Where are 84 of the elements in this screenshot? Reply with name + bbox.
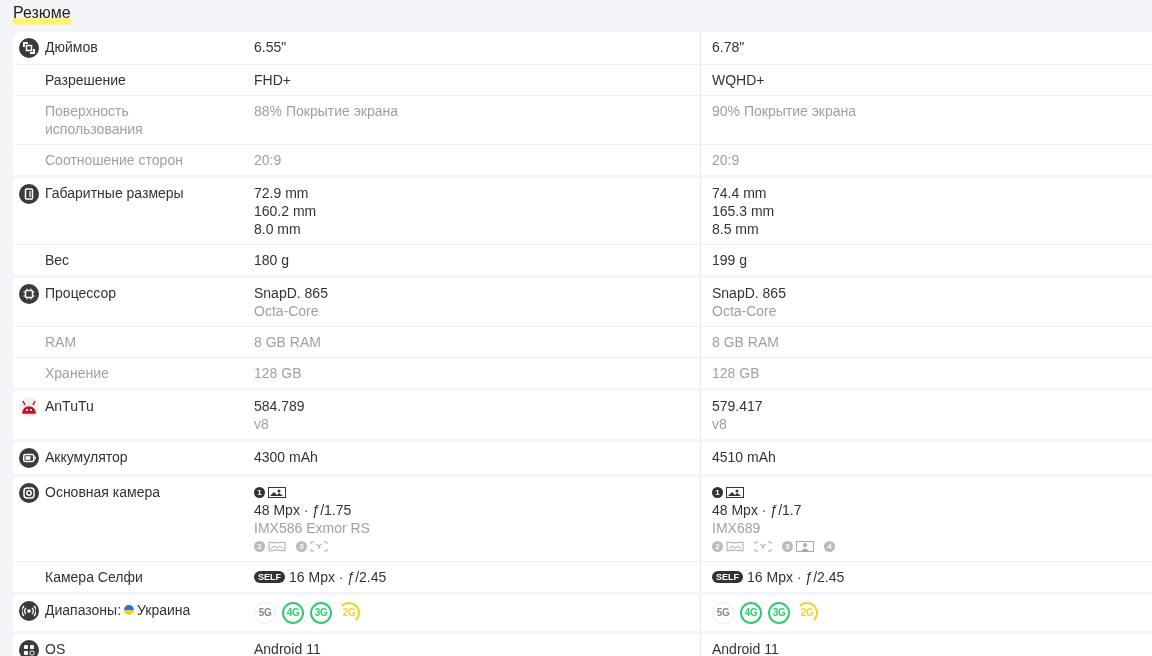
spec-value: 199 g <box>712 251 749 269</box>
spec-value: Android 11 <box>254 640 322 656</box>
spec-value: 20:9 <box>712 151 741 169</box>
spec-label: OS <box>45 640 66 656</box>
spec-label: Основная камера <box>45 483 161 501</box>
spec-label: Аккумулятор <box>45 448 128 466</box>
spec-value: FHD+ <box>254 71 292 89</box>
screen-size-icon <box>19 38 39 58</box>
selfie-badge: SELF <box>254 571 285 583</box>
antutu-icon <box>19 397 39 417</box>
spec-label: Поверхность использования <box>45 102 144 138</box>
network-band-badge: 4G <box>740 602 762 624</box>
spec-value: 4300 mAh <box>254 448 319 466</box>
spec-value: 584.789 <box>254 397 306 415</box>
network-band-badge: 2G <box>796 602 818 624</box>
lens-number: 3 <box>782 540 793 552</box>
spec-label: Разрешение <box>45 71 126 89</box>
spec-label: Соотношение сторон <box>45 151 184 169</box>
battery-icon <box>19 448 39 468</box>
spec-value: 48 Mpx · ƒ/1.75 <box>254 501 353 519</box>
spec-value: Octa-Core <box>254 302 320 320</box>
spec-value: 16 Mpx · ƒ/2.45 <box>747 568 845 586</box>
spec-label: Габаритные размеры <box>45 184 184 202</box>
spec-value: Octa-Core <box>712 302 778 320</box>
spec-value: 16 Mpx · ƒ/2.45 <box>289 568 387 586</box>
spec-value: SnapD. 865 <box>712 284 787 302</box>
network-band-badge: 3G <box>310 602 332 624</box>
spec-value: v8 <box>712 415 728 433</box>
spec-value: WQHD+ <box>712 71 766 89</box>
spec-value: 128 GB <box>712 364 761 382</box>
lens-number: 1 <box>712 486 723 498</box>
spec-value: SnapD. 865 <box>254 284 329 302</box>
portrait-icon <box>796 540 814 552</box>
camera-icon <box>19 483 39 503</box>
lens-number: 2 <box>254 540 265 552</box>
spec-value: 8.0 mm <box>254 220 302 238</box>
spec-value: IMX586 Exmor RS <box>254 519 371 537</box>
spec-label: Хранение <box>45 364 110 382</box>
spec-label: Диапазоны: <box>45 601 122 619</box>
spec-value: 48 Mpx · ƒ/1.7 <box>712 501 803 519</box>
spec-label: Камера Селфи <box>45 568 143 586</box>
spec-value: Android 11 <box>712 640 780 656</box>
spec-value: 8.5 mm <box>712 220 760 238</box>
macro-icon <box>754 540 772 552</box>
spec-label: Вес <box>45 251 70 269</box>
spec-value: 579.417 <box>712 397 764 415</box>
network-band-badge: 2G <box>338 602 360 624</box>
wide-angle-icon <box>268 540 286 552</box>
photo-icon <box>726 486 744 498</box>
spec-value: IMX689 <box>712 519 762 537</box>
lens-number: 4 <box>824 540 835 552</box>
spec-value: 128 GB <box>254 364 303 382</box>
spec-value: 8 GB RAM <box>254 333 322 351</box>
spec-value: 160.2 mm <box>254 202 318 220</box>
spec-label: AnTuTu <box>45 397 94 415</box>
spec-value: 8 GB RAM <box>712 333 780 351</box>
photo-icon <box>268 486 286 498</box>
selfie-badge: SELF <box>712 571 743 583</box>
flag-icon <box>124 605 135 615</box>
spec-value: v8 <box>254 415 270 433</box>
spec-label: RAM <box>45 333 78 351</box>
macro-icon <box>310 540 328 552</box>
lens-number: 1 <box>254 486 265 498</box>
spec-value: 6.78" <box>712 38 746 56</box>
spec-value: 6.55" <box>254 38 288 56</box>
lens-number: 3 <box>296 540 307 552</box>
spec-value: 180 g <box>254 251 291 269</box>
spec-label: Дюймов <box>45 38 98 56</box>
wide-angle-icon <box>726 540 744 552</box>
spec-value: 74.4 mm <box>712 184 768 202</box>
lens-number: 2 <box>712 540 723 552</box>
network-band-badge: 4G <box>282 602 304 624</box>
spec-value: 72.9 mm <box>254 184 310 202</box>
network-band-badge: 3G <box>768 602 790 624</box>
phone-icon <box>19 184 39 204</box>
spec-label: Процессор <box>45 284 116 302</box>
signal-icon <box>19 601 39 621</box>
region-name: Украина <box>137 601 191 619</box>
processor-icon <box>19 284 39 304</box>
spec-value: 165.3 mm <box>712 202 776 220</box>
spec-value: 88% Покрытие экрана <box>254 102 399 120</box>
spec-value: 20:9 <box>254 151 283 169</box>
spec-value: 90% Покрытие экрана <box>712 102 857 120</box>
spec-value: 4510 mAh <box>712 448 777 466</box>
